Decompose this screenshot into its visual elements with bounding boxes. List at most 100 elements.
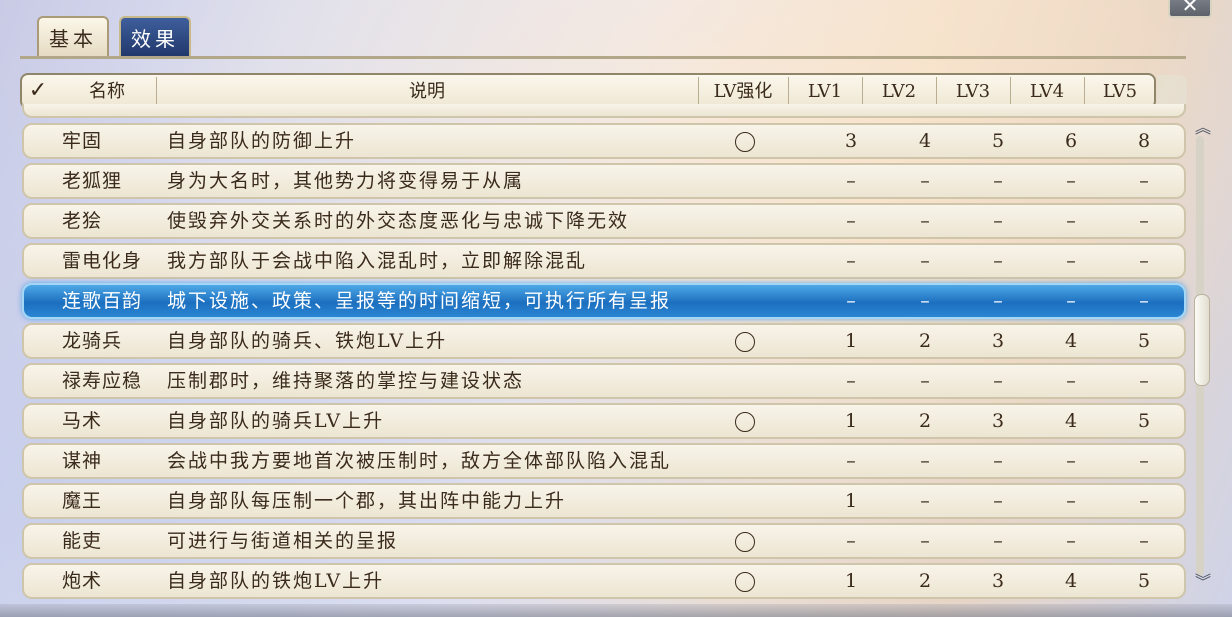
lv-enhance-circle-icon bbox=[735, 412, 755, 432]
lv1-value: 1 bbox=[844, 330, 858, 352]
lv3-value: 3 bbox=[991, 410, 1005, 432]
lv3-value: – bbox=[993, 250, 1003, 272]
effect-name: 牢固 bbox=[62, 130, 103, 152]
lv5-value: – bbox=[1139, 250, 1149, 272]
lv4-value: – bbox=[1066, 450, 1076, 472]
table-row[interactable]: 禄寿应稳 压制郡时，维持聚落的掌控与建设状态 – – – – – bbox=[22, 363, 1186, 399]
lv-enhance-circle-icon bbox=[735, 532, 755, 552]
table-row-partial bbox=[22, 104, 1186, 118]
effect-name: 魔王 bbox=[62, 490, 103, 512]
lv5-value: – bbox=[1139, 370, 1149, 392]
effect-description: 自身部队每压制一个郡，其出阵中能力上升 bbox=[167, 490, 567, 512]
lv5-value: 5 bbox=[1137, 410, 1151, 432]
effect-description: 使毁弃外交关系时的外交态度恶化与忠诚下降无效 bbox=[167, 210, 630, 232]
effect-name: 龙骑兵 bbox=[62, 330, 123, 352]
lv1-value: – bbox=[846, 250, 856, 272]
tab-effect[interactable]: 效果 bbox=[119, 16, 191, 56]
lv5-value: – bbox=[1139, 490, 1149, 512]
column-lv1[interactable]: LV1 bbox=[789, 75, 861, 107]
lv1-value: – bbox=[846, 370, 856, 392]
lv4-value: – bbox=[1066, 250, 1076, 272]
lv1-value: – bbox=[846, 210, 856, 232]
table-row[interactable]: 老狯 使毁弃外交关系时的外交态度恶化与忠诚下降无效 – – – – – bbox=[22, 203, 1186, 239]
lv5-value: – bbox=[1139, 170, 1149, 192]
lv2-value: 4 bbox=[918, 130, 932, 152]
lv2-value: – bbox=[920, 250, 930, 272]
lv5-value: – bbox=[1139, 290, 1149, 312]
lv5-value: 5 bbox=[1137, 330, 1151, 352]
effect-name: 连歌百韵 bbox=[62, 290, 143, 312]
lv4-value: – bbox=[1066, 490, 1076, 512]
effect-description: 自身部队的骑兵LV上升 bbox=[167, 410, 385, 432]
lv-enhance-circle-icon bbox=[735, 572, 755, 592]
lv3-value: – bbox=[993, 170, 1003, 192]
effect-description: 城下设施、政策、呈报等的时间缩短，可执行所有呈报 bbox=[167, 290, 672, 312]
lv1-value: – bbox=[846, 530, 856, 552]
effect-name: 雷电化身 bbox=[62, 250, 143, 272]
table-row[interactable]: 龙骑兵 自身部队的骑兵、铁炮LV上升 1 2 3 4 5 bbox=[22, 323, 1186, 359]
effect-name: 谋神 bbox=[62, 450, 103, 472]
effect-name: 马术 bbox=[62, 410, 103, 432]
lv4-value: – bbox=[1066, 370, 1076, 392]
effect-name: 禄寿应稳 bbox=[62, 370, 143, 392]
effect-description: 压制郡时，维持聚落的掌控与建设状态 bbox=[167, 370, 525, 392]
lv5-value: 5 bbox=[1137, 570, 1151, 592]
lv1-value: – bbox=[846, 450, 856, 472]
column-lv2[interactable]: LV2 bbox=[863, 75, 935, 107]
tab-basic[interactable]: 基本 bbox=[37, 16, 109, 56]
table-row[interactable]: 谋神 会战中我方要地首次被压制时，敌方全体部队陷入混乱 – – – – – bbox=[22, 443, 1186, 479]
lv4-value: – bbox=[1066, 290, 1076, 312]
effect-description: 身为大名时，其他势力将变得易于从属 bbox=[167, 170, 525, 192]
lv2-value: 2 bbox=[918, 410, 932, 432]
header-end-cap bbox=[1157, 75, 1187, 107]
lv3-value: – bbox=[993, 450, 1003, 472]
effect-description: 自身部队的骑兵、铁炮LV上升 bbox=[167, 330, 448, 352]
column-lv5[interactable]: LV5 bbox=[1085, 75, 1155, 107]
table-row[interactable]: 雷电化身 我方部队于会战中陷入混乱时，立即解除混乱 – – – – – bbox=[22, 243, 1186, 279]
lv5-value: – bbox=[1139, 450, 1149, 472]
scroll-up-icon[interactable]: ︽ bbox=[1192, 120, 1214, 136]
column-name[interactable]: 名称 bbox=[62, 75, 152, 107]
effect-name: 炮术 bbox=[62, 570, 103, 592]
column-description[interactable]: 说明 bbox=[157, 75, 697, 107]
lv4-value: – bbox=[1066, 530, 1076, 552]
table-row[interactable]: 连歌百韵 城下设施、政策、呈报等的时间缩短，可执行所有呈报 – – – – – bbox=[22, 283, 1186, 319]
lv2-value: – bbox=[920, 170, 930, 192]
tab-divider bbox=[20, 56, 1186, 59]
table-row[interactable]: 老狐狸 身为大名时，其他势力将变得易于从属 – – – – – bbox=[22, 163, 1186, 199]
column-lv3[interactable]: LV3 bbox=[937, 75, 1009, 107]
effect-description: 我方部队于会战中陷入混乱时，立即解除混乱 bbox=[167, 250, 588, 272]
lv3-value: – bbox=[993, 490, 1003, 512]
table-row[interactable]: 魔王 自身部队每压制一个郡，其出阵中能力上升 1 – – – – bbox=[22, 483, 1186, 519]
scroll-down-icon[interactable]: ︾ bbox=[1192, 574, 1214, 590]
lv2-value: – bbox=[920, 530, 930, 552]
check-icon[interactable]: ✓ bbox=[24, 77, 52, 105]
lv4-value: 4 bbox=[1064, 330, 1078, 352]
scrollbar-thumb[interactable] bbox=[1194, 293, 1210, 386]
lv3-value: 3 bbox=[991, 330, 1005, 352]
lv4-value: 6 bbox=[1064, 130, 1078, 152]
lv3-value: 5 bbox=[991, 130, 1005, 152]
table-row[interactable]: 牢固 自身部队的防御上升 3 4 5 6 8 bbox=[22, 123, 1186, 159]
table-row[interactable]: 炮术 自身部队的铁炮LV上升 1 2 3 4 5 bbox=[22, 563, 1186, 599]
effect-name: 老狐狸 bbox=[62, 170, 123, 192]
lv1-value: 3 bbox=[844, 130, 858, 152]
lv3-value: – bbox=[993, 370, 1003, 392]
table-row[interactable]: 能吏 可进行与街道相关的呈报 – – – – – bbox=[22, 523, 1186, 559]
lv2-value: – bbox=[920, 450, 930, 472]
close-button[interactable]: ✕ bbox=[1168, 0, 1212, 18]
lv3-value: – bbox=[993, 290, 1003, 312]
lv3-value: 3 bbox=[991, 570, 1005, 592]
column-lv-enhance[interactable]: LV强化 bbox=[699, 75, 787, 107]
lv1-value: – bbox=[846, 170, 856, 192]
effect-name: 老狯 bbox=[62, 210, 103, 232]
lv2-value: – bbox=[920, 370, 930, 392]
table-row[interactable]: 马术 自身部队的骑兵LV上升 1 2 3 4 5 bbox=[22, 403, 1186, 439]
effect-description: 自身部队的铁炮LV上升 bbox=[167, 570, 385, 592]
lv4-value: 4 bbox=[1064, 570, 1078, 592]
lv5-value: – bbox=[1139, 210, 1149, 232]
column-lv4[interactable]: LV4 bbox=[1011, 75, 1083, 107]
lv2-value: 2 bbox=[918, 570, 932, 592]
lv5-value: – bbox=[1139, 530, 1149, 552]
lv2-value: – bbox=[920, 210, 930, 232]
